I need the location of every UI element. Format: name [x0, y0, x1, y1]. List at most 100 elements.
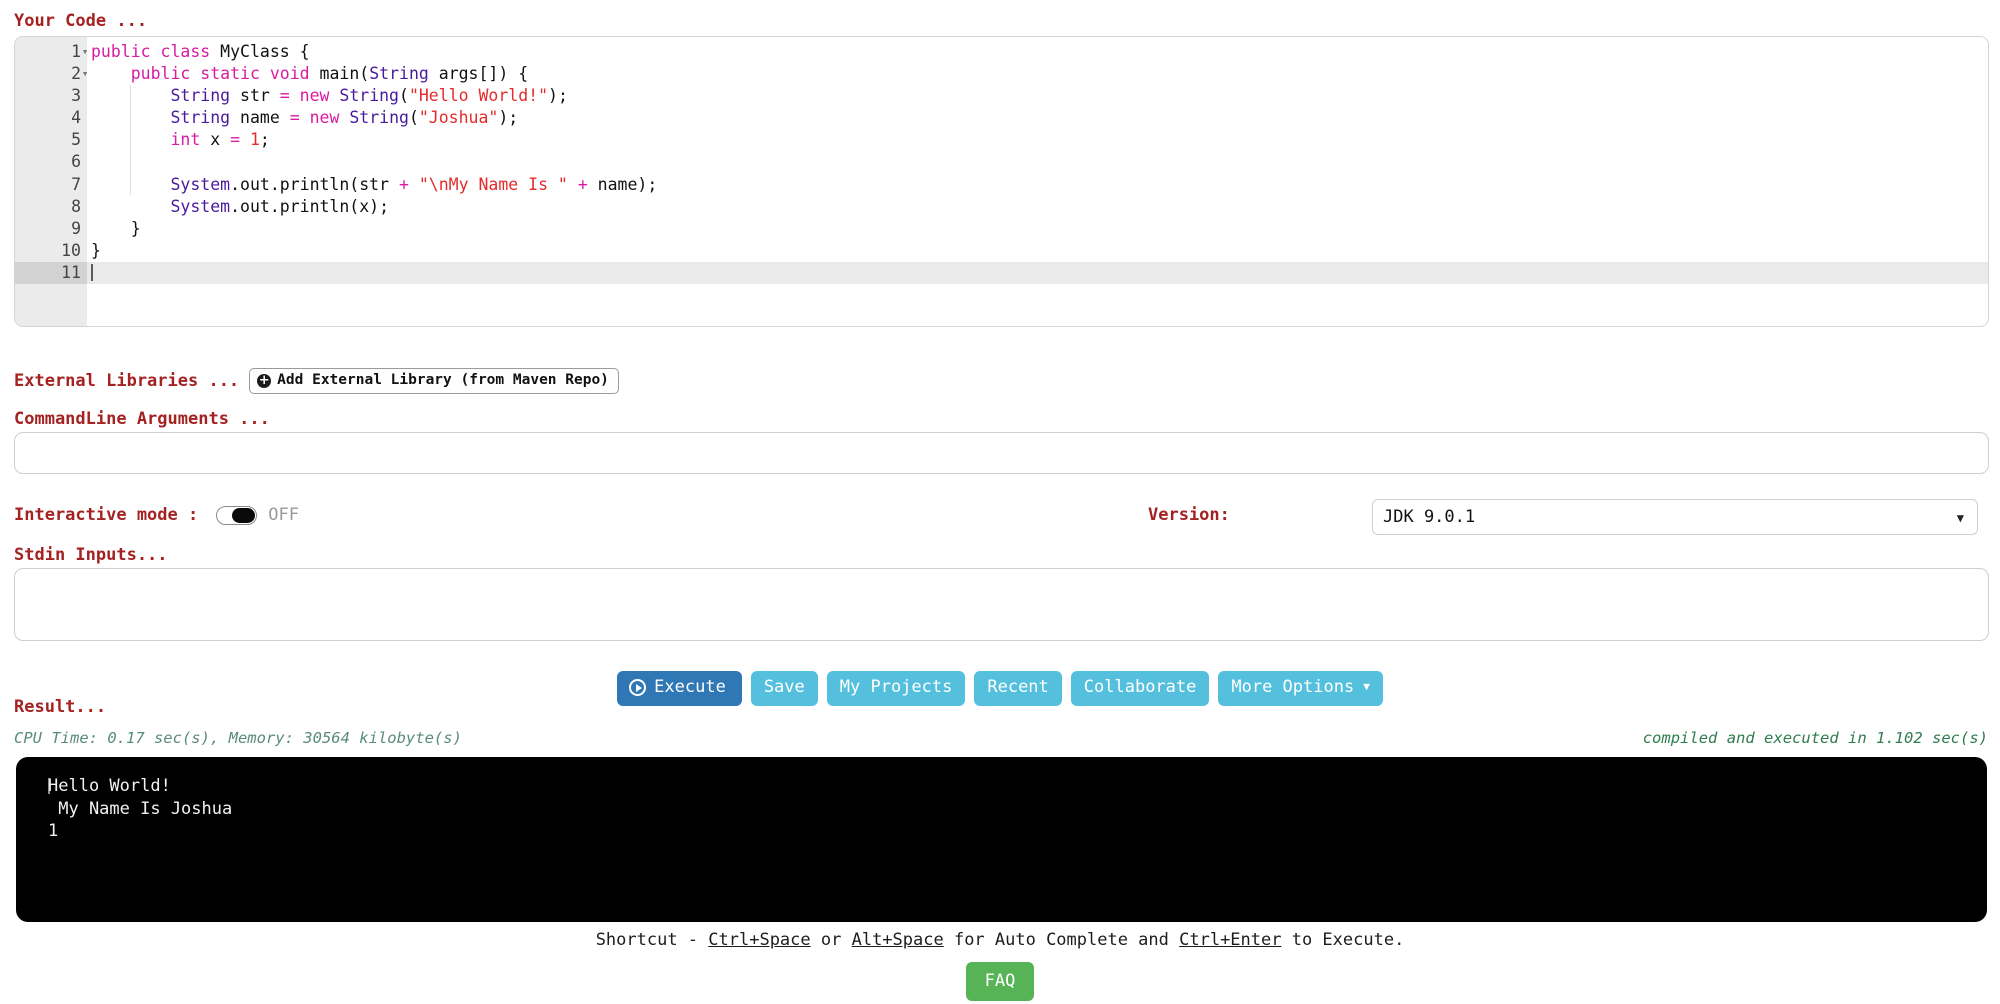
- console-line: My Name Is Joshua: [48, 798, 1987, 821]
- line-number: 3: [71, 86, 81, 106]
- code-token: String: [369, 64, 429, 84]
- code-token: "Joshua": [418, 108, 499, 128]
- code-token: );: [498, 108, 519, 128]
- code-token: "\nMy Name Is ": [418, 174, 568, 194]
- text-caret: [91, 263, 93, 281]
- chevron-down-icon: ▼: [1956, 511, 1964, 525]
- code-token: .out.println(str: [230, 174, 399, 194]
- commandline-arguments-label: CommandLine Arguments ...: [14, 409, 270, 429]
- code-token: }: [91, 218, 141, 238]
- version-label: Version:: [1148, 505, 1230, 525]
- faq-button[interactable]: FAQ: [965, 962, 1035, 1001]
- line-number: 1 ▾: [15, 41, 88, 63]
- code-token: (: [408, 108, 419, 128]
- stdin-inputs-textarea[interactable]: [14, 568, 1989, 641]
- code-line: }: [87, 218, 1988, 240]
- my-projects-button[interactable]: My Projects: [826, 671, 966, 706]
- add-external-library-button[interactable]: + Add External Library (from Maven Repo): [249, 368, 619, 395]
- external-libraries-label: External Libraries ...: [14, 371, 240, 392]
- save-button[interactable]: Save: [750, 671, 818, 706]
- code-token: .out.println(x);: [230, 196, 390, 216]
- collaborate-button[interactable]: Collaborate: [1070, 671, 1210, 706]
- plus-circle-icon: +: [257, 373, 272, 389]
- code-line: }: [87, 240, 1988, 262]
- commandline-arguments-input[interactable]: [14, 432, 1989, 474]
- collaborate-button-label: Collaborate: [1083, 677, 1197, 697]
- code-token: int: [170, 130, 201, 150]
- version-select[interactable]: JDK 9.0.1 ▼: [1372, 499, 1978, 535]
- version-row: Version:: [1148, 505, 1230, 525]
- line-number: 9: [71, 218, 81, 238]
- line-number: 5: [71, 130, 81, 150]
- code-token: +: [577, 174, 588, 194]
- execute-button-label: Execute: [654, 677, 726, 697]
- code-token: x: [200, 130, 231, 150]
- compile-time-stats: compiled and executed in 1.102 sec(s): [1642, 729, 1988, 747]
- interactive-mode-toggle[interactable]: [216, 505, 258, 525]
- code-token: new: [309, 108, 340, 128]
- recent-button[interactable]: Recent: [974, 671, 1062, 706]
- code-token: main(: [309, 64, 370, 84]
- interactive-mode-row: Interactive mode : OFF: [14, 505, 299, 525]
- code-token: class: [160, 42, 211, 61]
- shortcut-hint: Shortcut - Ctrl+Space or Alt+Space for A…: [0, 930, 2000, 950]
- code-token: =: [289, 108, 300, 128]
- code-token: public: [91, 42, 151, 61]
- code-token: }: [91, 240, 101, 260]
- code-token: name);: [587, 174, 658, 194]
- code-editor-inner: 1 ▾ 2 ▾ 3 4 5 6 7 8 9 10 11 public class MyClass { p…: [15, 37, 1988, 326]
- caret-down-icon: ▼: [1363, 680, 1370, 694]
- code-token: =: [279, 86, 290, 106]
- code-token: ;: [259, 130, 270, 150]
- code-editor[interactable]: 1 ▾ 2 ▾ 3 4 5 6 7 8 9 10 11 public class MyClass { p…: [14, 36, 1989, 327]
- line-number: 4: [71, 108, 81, 128]
- code-line: System.out.println(x);: [87, 196, 1988, 218]
- console-line-text: My Name Is Joshua: [48, 798, 233, 819]
- recent-button-label: Recent: [987, 677, 1049, 697]
- code-line: String name = new String("Joshua");: [87, 107, 1988, 129]
- code-line: int x = 1;: [87, 129, 1988, 151]
- code-token: str: [230, 86, 280, 106]
- action-button-row: Execute Save My Projects Recent Collabor…: [0, 671, 2000, 706]
- save-button-label: Save: [763, 677, 805, 697]
- version-select-value: JDK 9.0.1: [1383, 507, 1476, 527]
- code-token: public: [130, 64, 191, 84]
- line-number-gutter: 1 ▾ 2 ▾ 3 4 5 6 7 8 9 10 11: [15, 37, 88, 326]
- code-text-area[interactable]: public class MyClass { public static voi…: [87, 37, 1988, 326]
- ide-page: Your Code ... 1 ▾ 2 ▾ 3 4 5 6 7 8 9 10 11 public cla…: [0, 0, 2000, 1004]
- line-number: 7: [71, 174, 81, 194]
- code-line: [87, 261, 1988, 285]
- interactive-mode-state: OFF: [268, 505, 299, 525]
- stdin-inputs-label: Stdin Inputs...: [14, 545, 168, 565]
- line-number: 11: [15, 261, 87, 285]
- code-token: void: [269, 64, 310, 84]
- code-token: String: [339, 86, 399, 106]
- console-output[interactable]: Hello World! My Name Is Joshua 1: [16, 757, 1987, 922]
- play-circle-icon: [629, 679, 647, 697]
- line-number: 10: [61, 240, 81, 260]
- code-token: =: [230, 130, 241, 150]
- shortcut-mid-2: for Auto Complete and: [943, 930, 1180, 950]
- code-token: );: [548, 86, 568, 106]
- console-line: 1: [48, 820, 1987, 843]
- footer: Shortcut - Ctrl+Space or Alt+Space for A…: [0, 930, 2000, 1001]
- line-number: 6: [71, 152, 81, 172]
- code-token: String: [170, 86, 231, 106]
- execute-button[interactable]: Execute: [617, 671, 742, 706]
- console-line-text: Hello World!: [48, 776, 171, 796]
- console-line-text: 1: [48, 821, 59, 841]
- code-token: String: [170, 108, 231, 128]
- more-options-button[interactable]: More Options ▼: [1218, 671, 1383, 706]
